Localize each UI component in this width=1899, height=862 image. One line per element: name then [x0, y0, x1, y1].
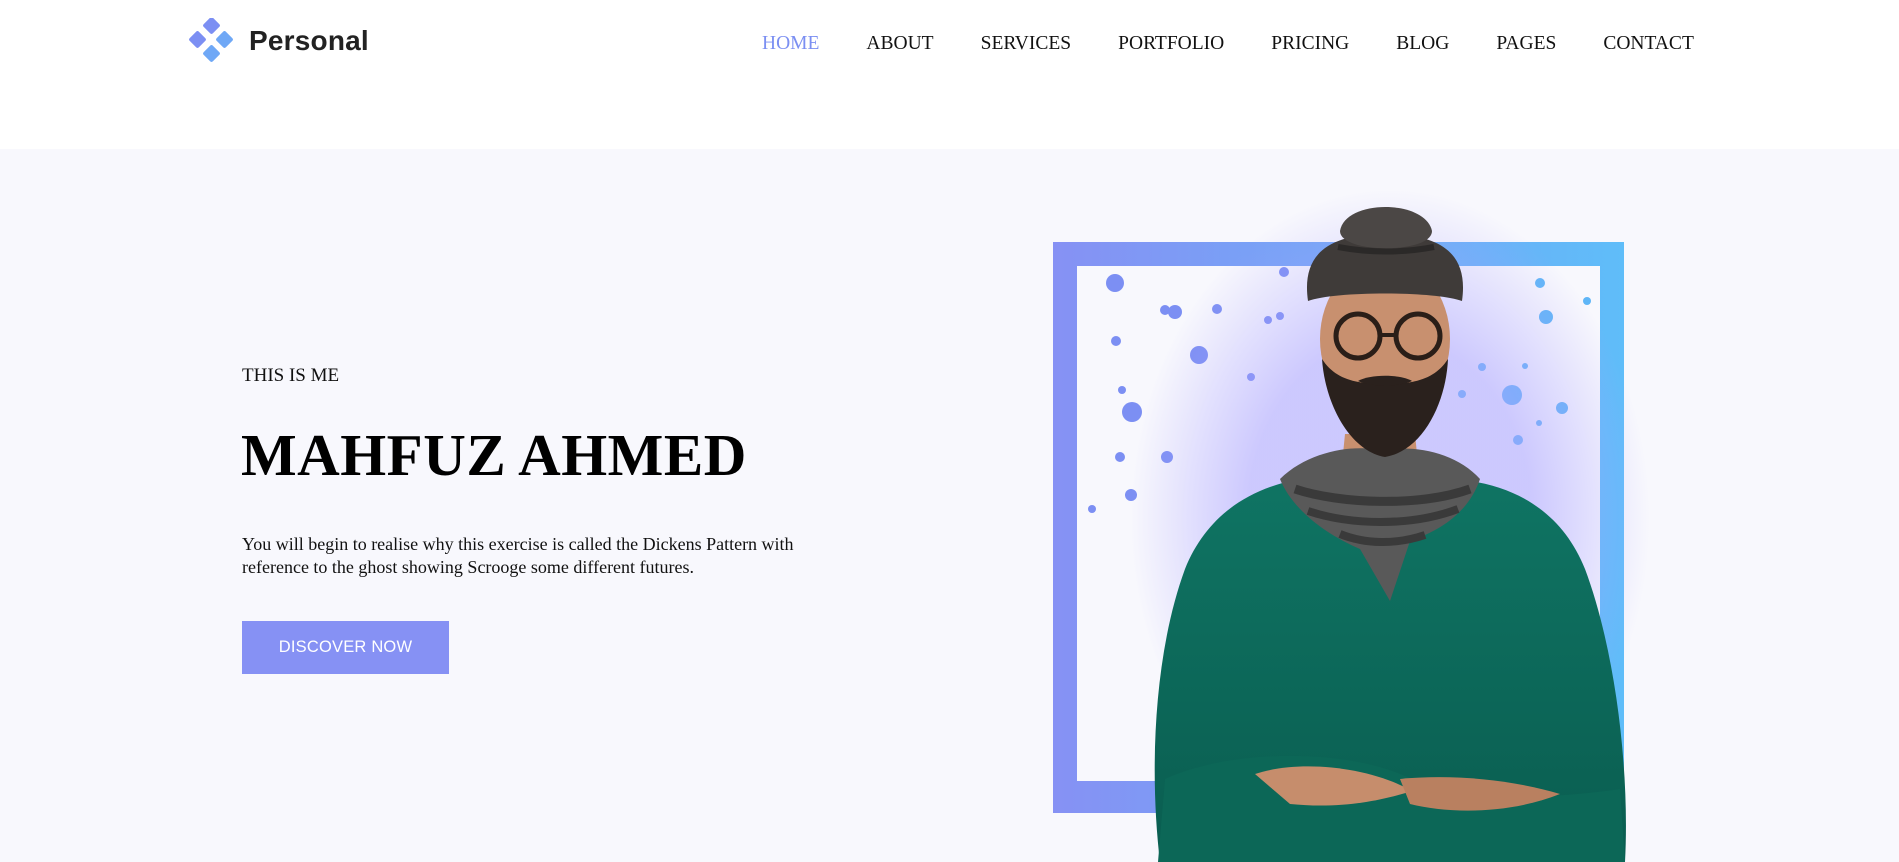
logo[interactable]: Personal: [187, 17, 369, 64]
hero-eyebrow: THIS IS ME: [242, 365, 340, 386]
hero-section: THIS IS ME MAHFUZ AHMED You will begin t…: [0, 149, 1899, 862]
nav-portfolio[interactable]: PORTFOLIO: [1118, 30, 1224, 58]
nav-pages[interactable]: PAGES: [1496, 30, 1556, 58]
site-header: Personal HOME ABOUT SERVICES PORTFOLIO P…: [0, 0, 1899, 149]
main-nav: HOME ABOUT SERVICES PORTFOLIO PRICING BL…: [762, 30, 1694, 58]
brand-name: Personal: [249, 25, 369, 56]
hero-title: MAHFUZ AHMED: [241, 422, 747, 488]
nav-home[interactable]: HOME: [762, 30, 819, 58]
nav-about[interactable]: ABOUT: [866, 30, 933, 58]
nav-contact[interactable]: CONTACT: [1603, 30, 1694, 58]
nav-blog[interactable]: BLOG: [1396, 30, 1449, 58]
nav-pricing[interactable]: PRICING: [1271, 30, 1349, 58]
hero-portrait-art: [1040, 189, 1680, 862]
diamond-cluster-icon: [187, 17, 233, 64]
bearded-man-portrait: [1053, 189, 1650, 862]
hero-description: You will begin to realise why this exerc…: [242, 534, 794, 577]
discover-now-button[interactable]: DISCOVER NOW: [242, 621, 449, 674]
nav-services[interactable]: SERVICES: [981, 30, 1072, 58]
